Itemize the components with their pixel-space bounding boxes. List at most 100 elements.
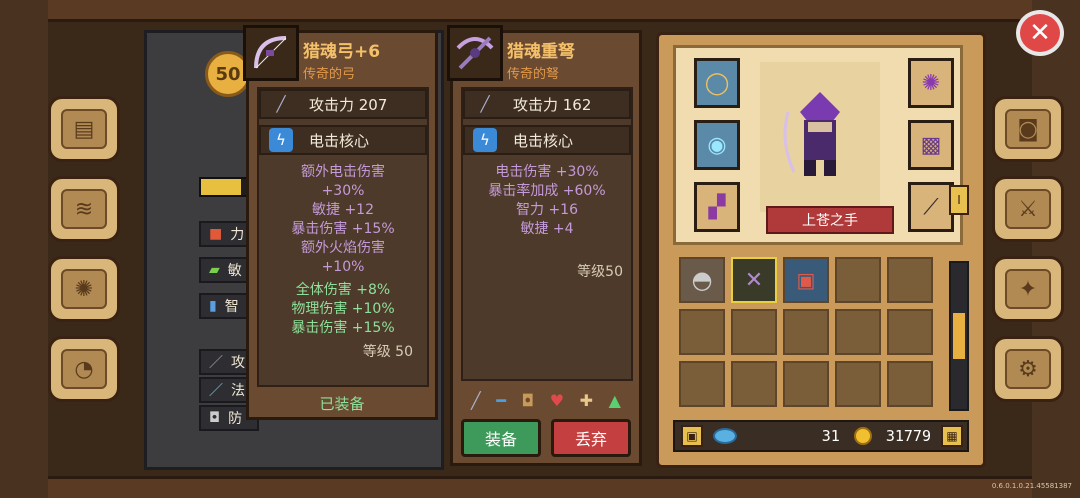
inventory-slot[interactable] xyxy=(731,309,777,355)
feather-icon: ▰ xyxy=(209,262,220,278)
inventory-slot[interactable] xyxy=(887,309,933,355)
stat-line: 暴击伤害 +15% xyxy=(291,221,395,237)
stat-label: 攻 xyxy=(231,355,245,371)
sword-compare-icon: ╱ xyxy=(471,391,481,410)
character-portrait xyxy=(760,62,880,212)
scroll-menu-button[interactable]: ≋ xyxy=(48,176,120,242)
sword-icon: ╱ xyxy=(480,95,490,113)
helmet-item-icon: ✺ xyxy=(921,70,941,96)
lock-icon[interactable]: ▣ xyxy=(681,425,703,447)
equipment-panel: ◯ ◉ ▞ 上苍之手 ✺ ▩ ⟋ Ⅰ ◓ ✕ ▣ ▣ 31 31779 ▦ xyxy=(656,32,986,468)
discard-button[interactable]: 丢弃 xyxy=(551,419,631,457)
left-frame xyxy=(0,0,48,498)
inventory-slot[interactable] xyxy=(731,361,777,407)
inventory-slot[interactable] xyxy=(887,361,933,407)
ring-slot[interactable]: ◯ xyxy=(694,58,740,108)
item-level: 等级50 xyxy=(577,264,623,280)
book-small-icon: ▮ xyxy=(209,298,217,314)
character-head-icon: ◙ xyxy=(1005,109,1051,149)
right-frame xyxy=(1032,0,1080,498)
minus-icon: ━ xyxy=(496,391,506,410)
stat-label: 敏 xyxy=(227,263,242,279)
boots-icon: ▞ xyxy=(708,194,726,220)
inventory-slot[interactable] xyxy=(679,361,725,407)
equipped-label: 已装备 xyxy=(319,395,365,413)
compare-item-tooltip: 猎魂重弩 传奇的弩 ╱ 攻击力 162 ϟ 电击核心 电击伤害 +30% 暴击率加成… xyxy=(447,25,642,466)
inventory-slot[interactable] xyxy=(835,361,881,407)
attack-value: 攻击力 162 xyxy=(513,95,592,114)
close-button[interactable]: ✕ xyxy=(1016,10,1064,56)
tooltip-body: ╱ 攻击力 162 ϟ 电击核心 电击伤害 +30% 暴击率加成 +60% 智力 +… xyxy=(461,87,633,381)
inventory-slot[interactable] xyxy=(783,361,829,407)
character-equipment-area: ◯ ◉ ▞ 上苍之手 ✺ ▩ ⟋ xyxy=(673,45,963,245)
wand-icon: ／ xyxy=(209,383,223,399)
roman-numeral-tab[interactable]: Ⅰ xyxy=(949,185,969,215)
book-menu-button[interactable]: ▤ xyxy=(48,96,120,162)
attack-value: 攻击力 207 xyxy=(309,95,388,114)
helmet-menu-button[interactable]: ◔ xyxy=(48,336,120,402)
armor-item-icon: ▩ xyxy=(920,132,942,158)
stat-line: +30% xyxy=(321,183,365,199)
fist-icon: ■ xyxy=(209,226,223,242)
version-label: 0.6.0.1.0.21.45581387 xyxy=(991,482,1072,490)
attack-row: ╱ 攻击力 207 xyxy=(259,89,427,119)
item-name: 猎魂重弩 xyxy=(507,42,575,62)
crossbow-inv-icon: ✕ xyxy=(744,267,764,293)
stat-line: 敏捷 +12 xyxy=(312,202,374,218)
stat-line: 全体伤害 +8% xyxy=(295,282,391,298)
top-frame xyxy=(0,0,1080,22)
compare-icons-row: ╱ ━ ◘ ♥ ✚ ▲ xyxy=(471,391,621,410)
stat-line: 电击伤害 +30% xyxy=(495,164,599,180)
inventory-slot[interactable] xyxy=(783,309,829,355)
heart-icon: ♥ xyxy=(549,391,565,410)
inventory-slot[interactable] xyxy=(887,257,933,303)
scroll-icon: ≋ xyxy=(61,189,107,229)
amulet-slot[interactable]: ◉ xyxy=(694,120,740,170)
inventory-slot[interactable] xyxy=(679,309,725,355)
sword-icon: ╱ xyxy=(276,95,286,113)
core-name: 电击核心 xyxy=(513,131,574,150)
gear-cluster-menu-button[interactable]: ✺ xyxy=(48,256,120,322)
core-row: ϟ 电击核心 xyxy=(463,125,631,155)
armor-slot[interactable]: ▩ xyxy=(908,120,954,170)
stat-label: 智 xyxy=(224,299,239,315)
crossbow-item-icon xyxy=(447,25,503,81)
scroll-thumb[interactable] xyxy=(953,313,965,359)
skills-menu-button[interactable]: ⚔ xyxy=(992,176,1064,242)
sword-icon: ／ xyxy=(209,355,223,371)
cogs-icon: ✺ xyxy=(61,269,107,309)
helmet-slot[interactable]: ✺ xyxy=(908,58,954,108)
stat-line: 额外火焰伤害 xyxy=(301,240,385,256)
inventory-slot-card[interactable]: ▣ xyxy=(783,257,829,303)
item-name: 猎魂弓+6 xyxy=(303,42,381,62)
item-level: 等级 50 xyxy=(362,344,413,360)
card-icon: ▣ xyxy=(796,268,816,292)
tooltip-body: ╱ 攻击力 207 ϟ 电击核心 额外电击伤害 +30% 敏捷 +12 暴击伤害 +… xyxy=(257,87,429,387)
inventory-scrollbar[interactable] xyxy=(949,261,969,411)
inventory-slot-crossbow[interactable]: ✕ xyxy=(731,257,777,303)
talent-menu-button[interactable]: ✦ xyxy=(992,256,1064,322)
inventory-slot[interactable] xyxy=(835,257,881,303)
core-name: 电击核心 xyxy=(309,131,370,150)
weapon-slot[interactable]: ⟋ xyxy=(908,182,954,232)
item-rarity: 传奇的弓 xyxy=(303,67,356,82)
inventory-slot[interactable] xyxy=(835,309,881,355)
inventory-slot-helmet[interactable]: ◓ xyxy=(679,257,725,303)
stat-label: 力 xyxy=(230,227,245,243)
boots-slot[interactable]: ▞ xyxy=(694,182,740,232)
gold-count: 31779 xyxy=(885,427,931,445)
attack-row: ╱ 攻击力 162 xyxy=(463,89,631,119)
gem-icon xyxy=(713,428,737,444)
sort-icon[interactable]: ▦ xyxy=(941,425,963,447)
bow-item-icon xyxy=(243,25,299,81)
stat-line: 暴击伤害 +15% xyxy=(291,320,395,336)
inventory-grid: ◓ ✕ ▣ xyxy=(673,255,941,415)
bow-slot-icon: ⟋ xyxy=(923,194,939,220)
bottom-frame xyxy=(0,476,1080,498)
character-menu-button[interactable]: ◙ xyxy=(992,96,1064,162)
currency-bar: ▣ 31 31779 ▦ xyxy=(673,420,969,452)
settings-menu-button[interactable]: ⚙ xyxy=(992,336,1064,402)
star-burst-icon: ✦ xyxy=(1005,269,1051,309)
equip-button[interactable]: 装备 xyxy=(461,419,541,457)
gem-count: 31 xyxy=(821,427,840,445)
